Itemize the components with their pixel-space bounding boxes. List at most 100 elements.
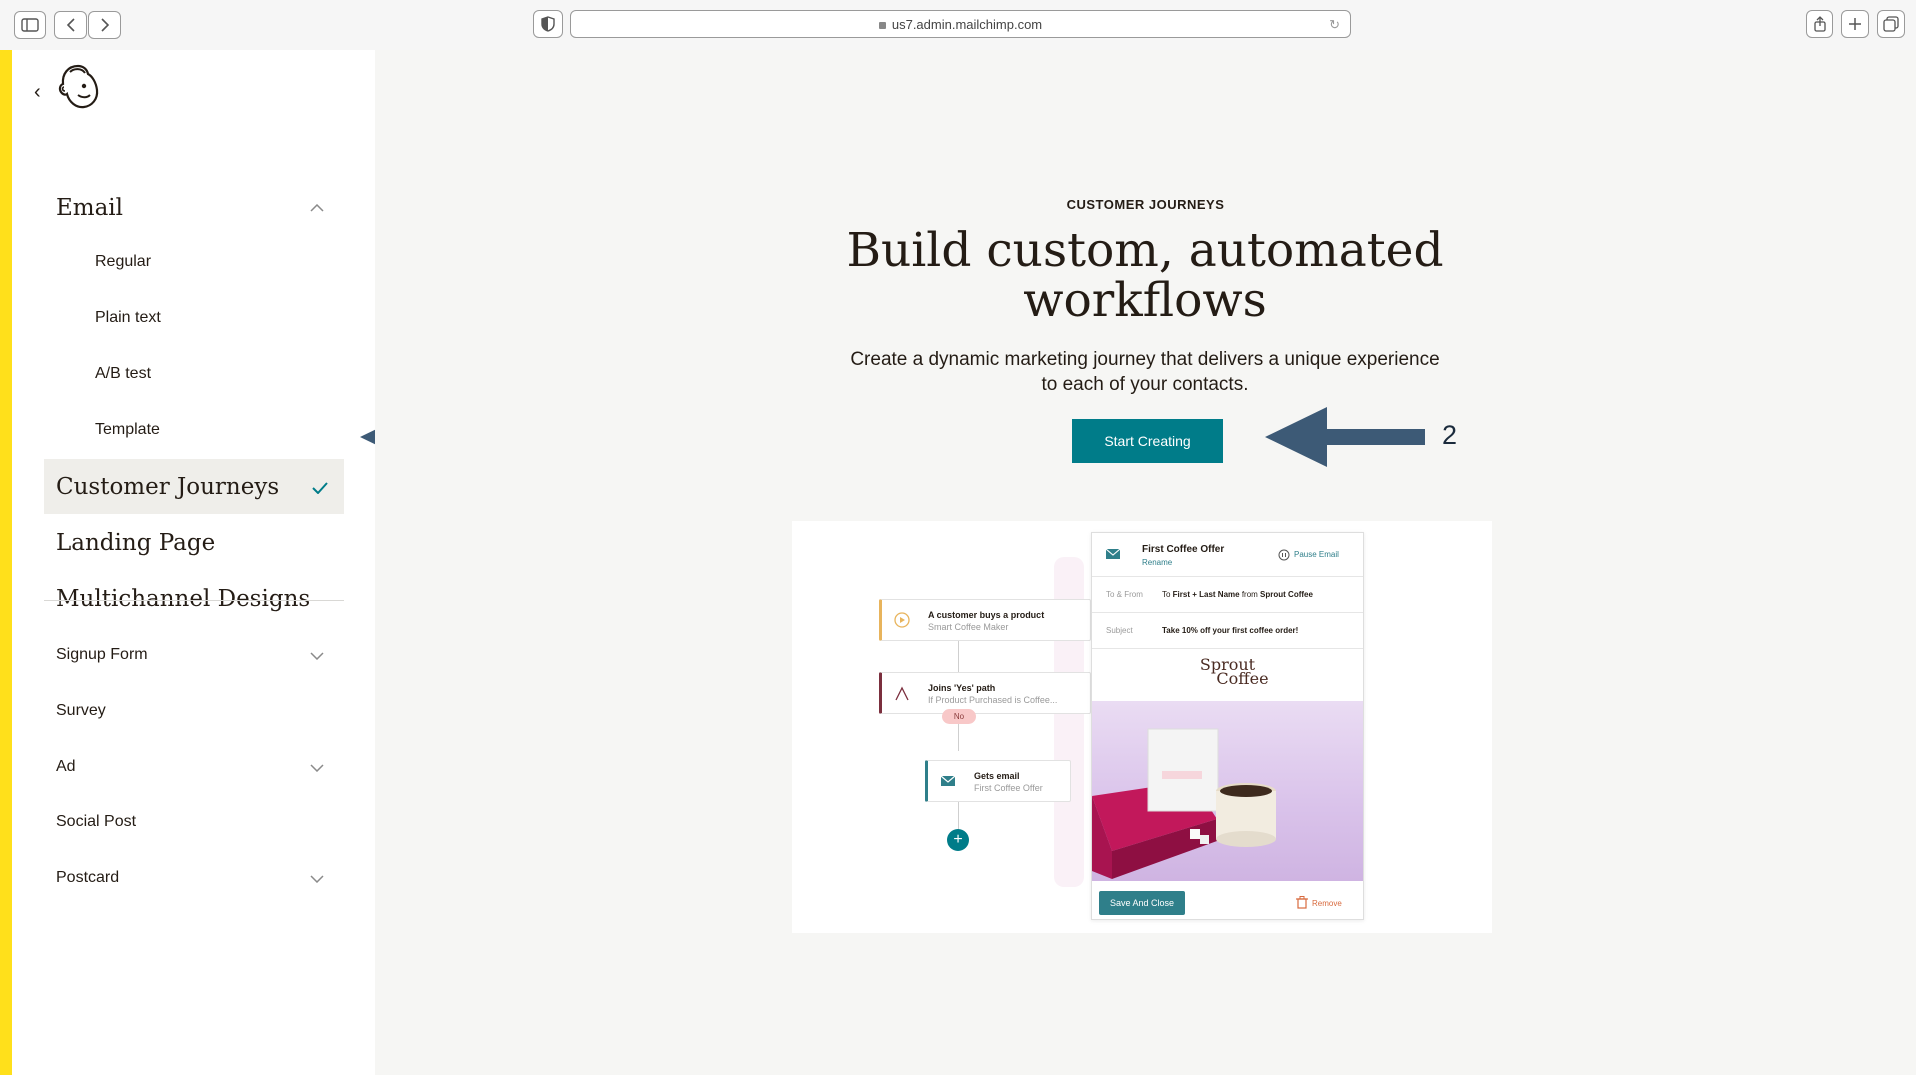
- nav-email-regular[interactable]: Regular: [44, 247, 344, 277]
- flow-step-subtitle: If Product Purchased is Coffee...: [928, 695, 1058, 705]
- lock-icon: [878, 21, 886, 29]
- checkmark-icon: [312, 475, 328, 499]
- product-photo: [1092, 701, 1363, 881]
- play-circle-icon: [894, 612, 910, 628]
- chevron-up-icon: [310, 200, 324, 216]
- to-from-recipient: First + Last Name: [1172, 590, 1240, 599]
- new-tab-button[interactable]: [1841, 10, 1869, 38]
- brand-line-2: Coffee: [1216, 669, 1269, 688]
- to-from-mid: from: [1239, 590, 1261, 599]
- chevron-down-icon: [310, 647, 324, 663]
- brand-strip: [0, 50, 12, 1075]
- nav-ad[interactable]: Ad: [44, 752, 344, 782]
- shield-icon: [541, 16, 555, 32]
- share-icon: [1813, 16, 1826, 32]
- nav-social-post-label: Social Post: [56, 813, 137, 830]
- plus-icon: [1849, 18, 1861, 30]
- coffee-product-image: [1092, 728, 1276, 879]
- to-from-label: To & From: [1106, 590, 1143, 599]
- forward-button[interactable]: [88, 11, 121, 39]
- pause-icon: [1278, 549, 1290, 561]
- flow-step-subtitle: Smart Coffee Maker: [928, 622, 1009, 632]
- flow-step-trigger[interactable]: A customer buys a product Smart Coffee M…: [879, 599, 1091, 641]
- chevron-down-icon: [310, 870, 324, 886]
- mailchimp-logo[interactable]: [54, 62, 104, 112]
- sidebar-divider: [44, 600, 344, 601]
- tabs-icon: [1883, 16, 1899, 32]
- chevron-left-icon: [66, 18, 75, 32]
- nav-signup-form-label: Signup Form: [56, 646, 148, 663]
- split-path-icon: [895, 686, 909, 701]
- to-from-prefix: To: [1162, 590, 1173, 599]
- flow-step-condition[interactable]: Joins 'Yes' path If Product Purchased is…: [879, 672, 1091, 714]
- email-preview-panel: First Coffee Offer Rename Pause Email To…: [1091, 532, 1364, 920]
- chevron-right-icon: [100, 18, 109, 32]
- nav-survey-label: Survey: [56, 702, 106, 719]
- to-from-sender: Sprout Coffee: [1260, 590, 1313, 599]
- nav-sub-label: Plain text: [95, 309, 161, 326]
- email-panel-header: First Coffee Offer Rename Pause Email: [1092, 533, 1363, 577]
- start-creating-button[interactable]: Start Creating: [1072, 419, 1223, 463]
- add-step-button[interactable]: +: [947, 829, 969, 851]
- privacy-shield-button[interactable]: [533, 10, 563, 38]
- tab-overview-button[interactable]: [1877, 10, 1905, 38]
- nav-social-post[interactable]: Social Post: [44, 807, 344, 837]
- nav-survey[interactable]: Survey: [44, 696, 344, 726]
- envelope-icon: [940, 775, 956, 786]
- page-description: Create a dynamic marketing journey that …: [850, 349, 1440, 395]
- flow-connector: [958, 721, 959, 751]
- flow-step-email[interactable]: Gets email First Coffee Offer: [925, 760, 1071, 802]
- nav-email-label: Email: [56, 194, 124, 221]
- nav-multichannel-designs[interactable]: Multichannel Designs: [44, 571, 344, 626]
- nav-email-ab-test[interactable]: A/B test: [44, 359, 344, 389]
- pause-email-link[interactable]: Pause Email: [1294, 550, 1339, 559]
- nav-email-section[interactable]: Email: [44, 180, 344, 235]
- flow-step-title: A customer buys a product: [928, 610, 1045, 620]
- envelope-icon: [1106, 548, 1120, 559]
- nav-email-plain-text[interactable]: Plain text: [44, 303, 344, 333]
- back-chevron-icon[interactable]: ‹: [34, 81, 41, 104]
- url-text: us7.admin.mailchimp.com: [891, 16, 1043, 32]
- nav-ad-label: Ad: [56, 758, 76, 775]
- to-from-row: To & From To First + Last Name from Spro…: [1092, 577, 1363, 613]
- back-button[interactable]: [54, 11, 87, 39]
- page-eyebrow: CUSTOMER JOURNEYS: [1066, 197, 1225, 212]
- subject-label: Subject: [1106, 626, 1133, 635]
- nav-landing-page-label: Landing Page: [56, 529, 216, 556]
- remove-link[interactable]: Remove: [1312, 899, 1342, 908]
- subject-row: Subject Take 10% off your first coffee o…: [1092, 613, 1363, 649]
- nav-postcard[interactable]: Postcard: [44, 863, 344, 893]
- flow-connector: [958, 801, 959, 831]
- trash-icon[interactable]: [1296, 896, 1308, 909]
- main-content: CUSTOMER JOURNEYS Build custom, automate…: [375, 50, 1916, 1075]
- flow-step-title: Joins 'Yes' path: [928, 683, 996, 693]
- flow-step-title: Gets email: [974, 771, 1020, 781]
- nav-customer-journeys-label: Customer Journeys: [56, 473, 280, 500]
- nav-signup-form[interactable]: Signup Form: [44, 640, 344, 670]
- save-and-close-button[interactable]: Save And Close: [1099, 891, 1185, 915]
- reload-icon[interactable]: ↻: [1329, 17, 1340, 33]
- nav-email-template[interactable]: Template: [44, 415, 344, 445]
- rename-link[interactable]: Rename: [1142, 558, 1172, 567]
- sidebar-icon: [21, 18, 39, 32]
- chevron-down-icon: [310, 759, 324, 775]
- page-title: Build custom, automated workflows: [846, 223, 1444, 328]
- nav-landing-page[interactable]: Landing Page: [44, 515, 344, 570]
- share-button[interactable]: [1806, 10, 1833, 38]
- flow-step-subtitle: First Coffee Offer: [974, 783, 1043, 793]
- address-bar[interactable]: us7.admin.mailchimp.com ↻: [570, 10, 1351, 38]
- to-from-value: To First + Last Name from Sprout Coffee: [1162, 590, 1313, 599]
- nav-sub-label: Regular: [95, 253, 152, 270]
- email-title: First Coffee Offer: [1142, 544, 1225, 555]
- nav-sub-label: Template: [95, 421, 160, 438]
- sprout-coffee-logo: Sprout Coffee: [1092, 657, 1363, 688]
- sidebar: ‹ Email Regular Plain text A/B test Temp…: [12, 50, 375, 1075]
- nav-customer-journeys[interactable]: Customer Journeys: [44, 459, 344, 514]
- annotation-number-2: 2: [1442, 420, 1458, 450]
- sidebar-toggle-button[interactable]: [14, 11, 46, 39]
- subject-value: Take 10% off your first coffee order!: [1162, 626, 1299, 635]
- nav-sub-label: A/B test: [95, 365, 152, 382]
- nav-postcard-label: Postcard: [56, 869, 120, 886]
- journey-illustration: A customer buys a product Smart Coffee M…: [792, 521, 1492, 933]
- annotation-arrow-2: [1265, 407, 1425, 467]
